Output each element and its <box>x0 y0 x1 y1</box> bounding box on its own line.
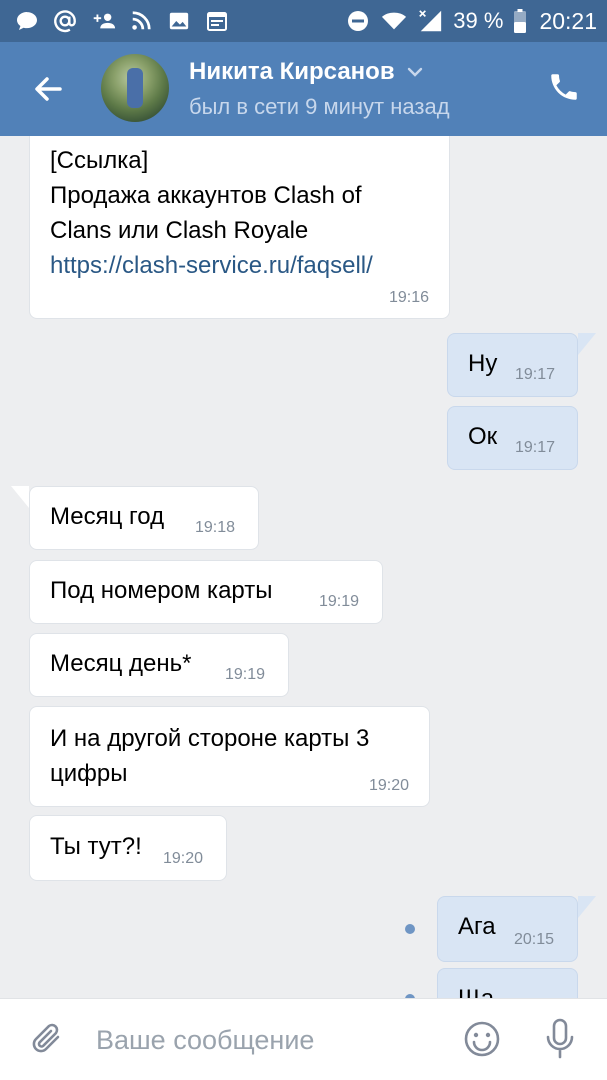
message-text: Ок <box>468 423 498 450</box>
message-bubble-incoming[interactable]: Под номером карты 19:19 <box>29 560 383 624</box>
message-bubble-outgoing[interactable]: Ну 19:17 <box>447 333 578 397</box>
message-time: 19:20 <box>368 777 409 794</box>
emoji-icon[interactable] <box>462 1019 502 1059</box>
chat-bubble-icon <box>14 8 40 34</box>
message-text: Ты тут?! <box>50 833 142 860</box>
image-icon <box>166 8 192 34</box>
system-icons: 39 % 20:21 <box>345 0 597 42</box>
message-time: 19:16 <box>388 289 429 306</box>
message-text: И на другой стороне карты 3 <box>50 725 370 752</box>
paperclip-icon[interactable] <box>28 1019 68 1059</box>
message-bubble-incoming[interactable]: [Ссылка] Продажа аккаунтов Clash of Clan… <box>29 136 450 319</box>
last-seen-status: был в сети 9 минут назад <box>189 94 450 119</box>
calendar-icon <box>204 8 230 34</box>
do-not-disturb-icon <box>345 8 371 34</box>
message-bubble-incoming[interactable]: Месяц день* 19:19 <box>29 633 289 697</box>
message-bubble-outgoing[interactable]: Ща <box>437 968 578 998</box>
message-input[interactable] <box>96 1021 446 1059</box>
message-bubble-incoming[interactable]: Ты тут?! 19:20 <box>29 815 227 881</box>
message-text: [Ссылка] <box>50 147 149 174</box>
message-text: Clans или Clash Royale <box>50 217 309 244</box>
message-time: 19:17 <box>515 439 556 456</box>
message-text: Месяц день* <box>50 650 192 677</box>
contact-name: Никита Кирсанов <box>189 58 395 85</box>
chevron-down-icon <box>405 62 425 82</box>
message-composer <box>0 998 607 1080</box>
message-time: 19:19 <box>225 666 266 683</box>
message-time: 19:18 <box>195 519 236 536</box>
wifi-icon <box>381 8 407 34</box>
status-bar: 39 % 20:21 <box>0 0 607 42</box>
rss-icon <box>128 8 154 34</box>
notification-icons <box>14 0 230 42</box>
message-bubble-incoming[interactable]: Месяц год 19:18 <box>29 486 259 550</box>
message-bubble-incoming[interactable]: И на другой стороне карты 3 цифры 19:20 <box>29 706 430 807</box>
message-list[interactable]: [Ссылка] Продажа аккаунтов Clash of Clan… <box>0 136 607 998</box>
bubble-tail <box>568 333 596 355</box>
message-text: Ща <box>458 981 494 998</box>
add-friend-icon <box>90 8 116 34</box>
message-time: 19:19 <box>319 593 360 610</box>
clock: 20:21 <box>539 7 597 34</box>
battery-percent: 39 % <box>453 8 504 33</box>
message-text: Ну <box>468 350 498 377</box>
message-text: Месяц год <box>50 503 165 530</box>
message-text: Ага <box>458 913 496 940</box>
message-text: цифры <box>50 760 128 787</box>
unread-indicator <box>405 924 415 934</box>
message-time: 19:20 <box>163 850 204 867</box>
message-bubble-outgoing[interactable]: Ок 19:17 <box>447 406 578 470</box>
chat-header: Никита Кирсанов был в сети 9 минут назад <box>0 42 607 136</box>
message-text: Под номером карты <box>50 577 273 604</box>
avatar[interactable] <box>101 54 169 122</box>
message-time: 20:15 <box>514 931 555 948</box>
battery-icon <box>513 8 527 34</box>
back-arrow-icon[interactable] <box>28 69 68 109</box>
signal-icon <box>417 8 443 34</box>
at-icon <box>52 8 78 34</box>
message-link[interactable]: https://clash-service.ru/faqsell/ <box>50 248 373 284</box>
phone-call-icon[interactable] <box>547 70 583 106</box>
message-bubble-outgoing[interactable]: Ага 20:15 <box>437 896 578 962</box>
message-time: 19:17 <box>515 366 556 383</box>
contact-name-row[interactable]: Никита Кирсанов <box>189 58 425 86</box>
microphone-icon[interactable] <box>540 1017 580 1061</box>
message-text: Продажа аккаунтов Clash of <box>50 182 362 209</box>
